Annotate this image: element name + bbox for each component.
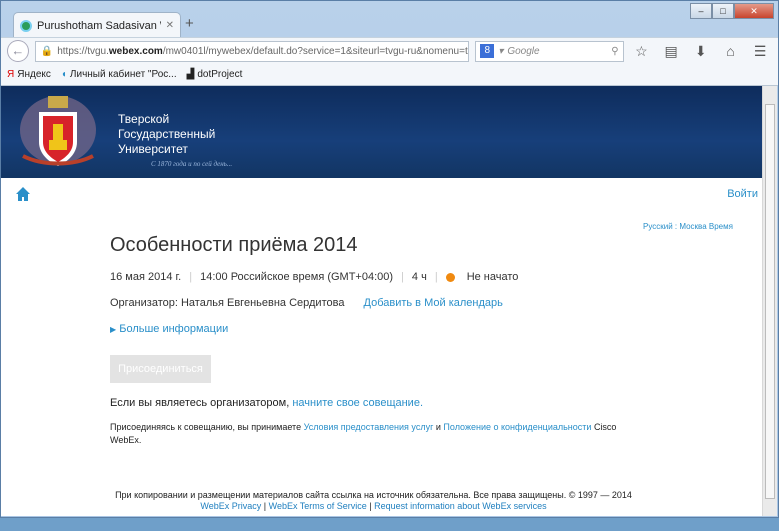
webex-privacy-link[interactable]: WebEx Privacy: [200, 501, 261, 511]
url-text: https://tvgu.webex.com/mw0401l/mywebex/d…: [57, 45, 470, 57]
status-dot-icon: [445, 272, 455, 282]
status-badge: Не начато: [466, 271, 519, 283]
home-icon[interactable]: ⌂: [719, 43, 743, 59]
host-row: Если вы являетесь организатором, начните…: [110, 397, 424, 409]
meeting-duration: 4 ч: [411, 271, 427, 283]
page-content: Тверской Государственный Университет С 187…: [1, 86, 762, 516]
search-icon[interactable]: ⚲: [611, 46, 618, 57]
yandex-icon: Я: [7, 69, 15, 80]
tab-bar: Purushotham Sadasivan W... ✕ + – □ ✕: [1, 1, 778, 38]
home-icon[interactable]: [15, 186, 31, 202]
meeting-info: Особенности приёма 2014 16 мая 2014 г. | …: [110, 234, 670, 447]
meeting-time: 14:00 Российское время (GMT+04:00): [200, 271, 394, 283]
bookmark-cabinet[interactable]: ◖ Личный кабинет "Рос...: [61, 69, 177, 80]
terms-of-service-link[interactable]: Условия предоставления услуг: [304, 422, 434, 432]
chart-icon: ▟: [186, 69, 195, 80]
nav-bar: ← 🔒 https://tvgu.webex.com/mw0401l/myweb…: [1, 37, 778, 64]
download-icon[interactable]: ⬇: [689, 43, 713, 60]
tab-title: Purushotham Sadasivan W...: [37, 19, 161, 32]
triangle-right-icon: ▶: [110, 325, 117, 334]
browser-tab[interactable]: Purushotham Sadasivan W... ✕: [13, 12, 181, 38]
more-info-toggle[interactable]: ▶ Больше информации: [110, 323, 670, 335]
google-icon: 8: [480, 44, 495, 58]
request-info-link[interactable]: Request information about WebEx services: [374, 501, 546, 511]
organizer-label: Организатор:: [110, 297, 178, 309]
bookmark-yandex[interactable]: Я Яндекс: [7, 69, 51, 80]
close-window-button[interactable]: ✕: [734, 3, 774, 19]
meeting-meta: 16 мая 2014 г. | 14:00 Российское время (…: [110, 271, 519, 283]
join-button[interactable]: Присоединиться: [110, 355, 211, 383]
footer: При копировании и размещении материалов …: [1, 490, 746, 512]
bookmarks-bar: Я Яндекс ◖ Личный кабинет "Рос... ▟ dotProj…: [1, 64, 778, 86]
language-timezone-link[interactable]: Русский : Москва Время: [643, 222, 733, 231]
add-calendar-link[interactable]: Добавить в Мой календарь: [364, 297, 503, 309]
drop-icon: ◖: [60, 69, 67, 80]
copyright-text: При копировании и размещении материалов …: [115, 490, 632, 500]
bookmark-dotproject[interactable]: ▟ dotProject: [187, 69, 243, 80]
close-tab-icon[interactable]: ✕: [166, 20, 174, 31]
university-crest-icon: [20, 96, 96, 166]
university-name: Тверской Государственный Университет: [118, 112, 216, 156]
terms-text: Присоединяясь к совещанию, вы принимаете…: [110, 422, 617, 445]
maximize-button[interactable]: □: [712, 3, 734, 19]
new-tab-button[interactable]: +: [185, 15, 194, 32]
search-input[interactable]: 8 ▾ Google ⚲: [475, 40, 624, 62]
meeting-date: 16 мая 2014 г.: [110, 271, 182, 283]
webex-terms-link[interactable]: WebEx Terms of Service: [269, 501, 367, 511]
search-placeholder: Google: [507, 45, 540, 57]
start-meeting-link[interactable]: начните свое совещание.: [292, 397, 423, 409]
organizer-row: Организатор: Наталья Евгеньевна Сердитов…: [110, 297, 670, 309]
university-motto: С 1870 года и по сей день...: [151, 160, 233, 168]
privacy-policy-link[interactable]: Положение о конфиденциальности: [443, 422, 591, 432]
clipboard-icon[interactable]: ▤: [659, 43, 683, 60]
meeting-title: Особенности приёма 2014: [110, 234, 358, 256]
lock-icon: 🔒: [40, 45, 54, 57]
scrollbar-thumb[interactable]: [765, 104, 775, 499]
menu-icon[interactable]: ☰: [748, 43, 772, 60]
back-button[interactable]: ←: [7, 40, 29, 62]
vertical-scrollbar[interactable]: [762, 86, 777, 516]
organizer-name: Наталья Евгеньевна Сердитова: [180, 297, 345, 309]
university-header: Тверской Государственный Университет С 187…: [1, 86, 762, 178]
window-controls: – □ ✕: [690, 3, 774, 19]
url-bar[interactable]: 🔒 https://tvgu.webex.com/mw0401l/mywebex…: [34, 40, 470, 62]
minimize-button[interactable]: –: [690, 3, 712, 19]
bookmark-star-icon[interactable]: ☆: [630, 43, 654, 60]
login-link[interactable]: Войти: [727, 188, 758, 200]
webex-favicon-icon: [20, 19, 32, 32]
